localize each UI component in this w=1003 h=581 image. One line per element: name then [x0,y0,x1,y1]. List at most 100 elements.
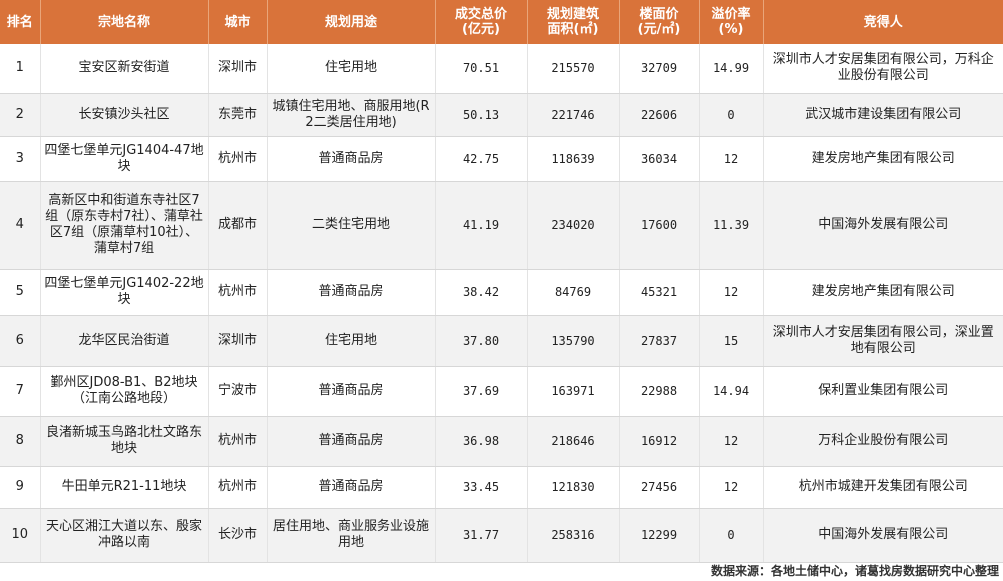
cell-winner: 中国海外发展有限公司 [763,508,1003,563]
table-row: 2 长安镇沙头社区 东莞市 城镇住宅用地、商服用地(R2二类居住用地) 50.1… [0,93,1003,137]
cell-city: 深圳市 [208,315,268,367]
cell-premium: 15 [699,315,764,367]
cell-rank: 4 [0,181,41,270]
cell-floor-price: 32709 [619,44,700,94]
header-use: 规划用途 [267,0,436,44]
cell-total-price: 33.45 [435,466,528,509]
land-ranking-table: 排名 宗地名称 城市 规划用途 成交总价 (亿元) 规划建筑 面积(㎡) 楼面价 (元… [0,0,1003,563]
cell-floor-price: 12299 [619,508,700,563]
cell-floor-price: 22606 [619,93,700,137]
cell-winner: 中国海外发展有限公司 [763,181,1003,270]
cell-premium: 12 [699,466,764,509]
cell-total-price: 41.19 [435,181,528,270]
table-row: 3 四堡七堡单元JG1404-47地块 杭州市 普通商品房 42.75 1186… [0,136,1003,182]
table-row: 7 鄞州区JD08-B1、B2地块（江南公路地段） 宁波市 普通商品房 37.6… [0,366,1003,417]
cell-rank: 8 [0,416,41,467]
cell-total-price: 37.80 [435,315,528,367]
cell-rank: 5 [0,269,41,316]
cell-winner: 武汉城市建设集团有限公司 [763,93,1003,137]
cell-area: 215570 [527,44,620,94]
cell-area: 234020 [527,181,620,270]
cell-name: 长安镇沙头社区 [40,93,209,137]
cell-city: 深圳市 [208,44,268,94]
cell-rank: 2 [0,93,41,137]
cell-winner: 深圳市人才安居集团有限公司，万科企业股份有限公司 [763,44,1003,94]
cell-area: 121830 [527,466,620,509]
cell-area: 258316 [527,508,620,563]
cell-area: 218646 [527,416,620,467]
cell-floor-price: 22988 [619,366,700,417]
cell-rank: 1 [0,44,41,94]
table-row: 1 宝安区新安街道 深圳市 住宅用地 70.51 215570 32709 14… [0,44,1003,94]
cell-floor-price: 17600 [619,181,700,270]
header-area: 规划建筑 面积(㎡) [527,0,620,44]
cell-floor-price: 16912 [619,416,700,467]
cell-winner: 建发房地产集团有限公司 [763,136,1003,182]
cell-name: 天心区湘江大道以东、殷家冲路以南 [40,508,209,563]
cell-use: 普通商品房 [267,416,436,467]
cell-rank: 7 [0,366,41,417]
cell-area: 135790 [527,315,620,367]
cell-city: 成都市 [208,181,268,270]
cell-use: 普通商品房 [267,466,436,509]
cell-winner: 杭州市城建开发集团有限公司 [763,466,1003,509]
cell-city: 长沙市 [208,508,268,563]
cell-premium: 14.99 [699,44,764,94]
header-premium: 溢价率 (%) [699,0,764,44]
cell-area: 84769 [527,269,620,316]
cell-floor-price: 45321 [619,269,700,316]
cell-city: 杭州市 [208,466,268,509]
cell-area: 163971 [527,366,620,417]
cell-total-price: 36.98 [435,416,528,467]
cell-total-price: 70.51 [435,44,528,94]
cell-name: 四堡七堡单元JG1402-22地块 [40,269,209,316]
cell-city: 杭州市 [208,416,268,467]
header-total-price: 成交总价 (亿元) [435,0,528,44]
cell-floor-price: 27456 [619,466,700,509]
cell-floor-price: 36034 [619,136,700,182]
cell-total-price: 50.13 [435,93,528,137]
cell-name: 高新区中和街道东寺社区7组（原东寺村7社）、蒲草社区7组（原蒲草村10社）、蒲草… [40,181,209,270]
cell-use: 住宅用地 [267,315,436,367]
cell-rank: 10 [0,508,41,563]
cell-rank: 3 [0,136,41,182]
cell-name: 牛田单元R21-11地块 [40,466,209,509]
cell-premium: 12 [699,136,764,182]
cell-premium: 11.39 [699,181,764,270]
cell-use: 二类住宅用地 [267,181,436,270]
table-header-row: 排名 宗地名称 城市 规划用途 成交总价 (亿元) 规划建筑 面积(㎡) 楼面价 (元… [0,0,1003,44]
table-row: 5 四堡七堡单元JG1402-22地块 杭州市 普通商品房 38.42 8476… [0,269,1003,316]
cell-winner: 保利置业集团有限公司 [763,366,1003,417]
table-row: 10 天心区湘江大道以东、殷家冲路以南 长沙市 居住用地、商业服务业设施用地 3… [0,508,1003,563]
cell-name: 龙华区民治街道 [40,315,209,367]
cell-winner: 万科企业股份有限公司 [763,416,1003,467]
cell-use: 普通商品房 [267,366,436,417]
header-name: 宗地名称 [40,0,209,44]
cell-premium: 14.94 [699,366,764,417]
cell-name: 宝安区新安街道 [40,44,209,94]
cell-floor-price: 27837 [619,315,700,367]
cell-name: 四堡七堡单元JG1404-47地块 [40,136,209,182]
data-source-note: 数据来源：各地土储中心，诸葛找房数据研究中心整理 [710,564,999,578]
cell-total-price: 37.69 [435,366,528,417]
cell-total-price: 38.42 [435,269,528,316]
header-winner: 竞得人 [763,0,1003,44]
cell-winner: 深圳市人才安居集团有限公司，深业置地有限公司 [763,315,1003,367]
cell-city: 宁波市 [208,366,268,417]
cell-use: 普通商品房 [267,136,436,182]
cell-area: 221746 [527,93,620,137]
land-ranking-document: 排名 宗地名称 城市 规划用途 成交总价 (亿元) 规划建筑 面积(㎡) 楼面价 (元… [0,0,1003,581]
cell-total-price: 42.75 [435,136,528,182]
table-row: 6 龙华区民治街道 深圳市 住宅用地 37.80 135790 27837 15… [0,315,1003,367]
table-row: 8 良渚新城玉鸟路北杜文路东地块 杭州市 普通商品房 36.98 218646 … [0,416,1003,467]
cell-total-price: 31.77 [435,508,528,563]
cell-area: 118639 [527,136,620,182]
table-row: 9 牛田单元R21-11地块 杭州市 普通商品房 33.45 121830 27… [0,466,1003,509]
cell-city: 杭州市 [208,269,268,316]
cell-name: 良渚新城玉鸟路北杜文路东地块 [40,416,209,467]
table-row: 4 高新区中和街道东寺社区7组（原东寺村7社）、蒲草社区7组（原蒲草村10社）、… [0,181,1003,270]
cell-use: 普通商品房 [267,269,436,316]
cell-premium: 0 [699,508,764,563]
cell-rank: 9 [0,466,41,509]
header-floor-price: 楼面价 (元/㎡) [619,0,700,44]
